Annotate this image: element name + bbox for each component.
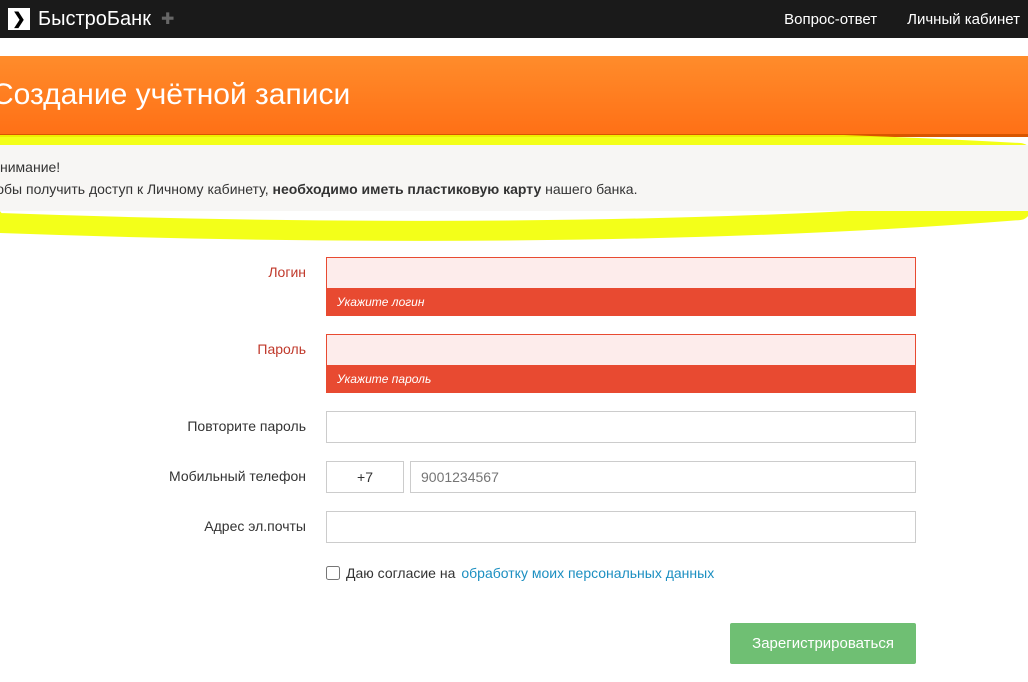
field-phone: +7 xyxy=(326,461,916,493)
notice-text-before: тобы получить доступ к Личному кабинету, xyxy=(0,181,273,197)
row-login: Логин Укажите логин xyxy=(0,257,918,316)
consent-text: Даю согласие на xyxy=(346,565,455,581)
page-title-band: Создание учётной записи xyxy=(0,56,1028,137)
label-password: Пароль xyxy=(0,334,326,357)
notice-text-bold: необходимо иметь пластиковую карту xyxy=(273,181,542,197)
nav: Вопрос-ответ Личный кабинет xyxy=(784,11,1020,28)
row-submit: Зарегистрироваться xyxy=(0,599,918,664)
label-email: Адрес эл.почты xyxy=(0,511,326,534)
label-phone: Мобильный телефон xyxy=(0,461,326,484)
phone-input[interactable] xyxy=(410,461,916,493)
label-login: Логин xyxy=(0,257,326,280)
consent-block: Даю согласие на обработку моих персональ… xyxy=(326,565,916,581)
field-login: Укажите логин xyxy=(326,257,916,316)
nav-faq[interactable]: Вопрос-ответ xyxy=(784,11,877,28)
label-password-repeat: Повторите пароль xyxy=(0,411,326,434)
plus-icon[interactable]: ✚ xyxy=(161,9,174,29)
field-password: Укажите пароль xyxy=(326,334,916,393)
header: ❯ БыстроБанк ✚ Вопрос-ответ Личный кабин… xyxy=(0,0,1028,38)
password-repeat-input[interactable] xyxy=(326,411,916,443)
notice: нимание! тобы получить доступ к Личному … xyxy=(0,145,1028,211)
login-input[interactable] xyxy=(326,257,916,289)
password-input[interactable] xyxy=(326,334,916,366)
registration-form: Логин Укажите логин Пароль Укажите парол… xyxy=(0,257,1028,664)
nav-account[interactable]: Личный кабинет xyxy=(907,11,1020,28)
phone-prefix: +7 xyxy=(326,461,404,493)
field-password-repeat xyxy=(326,411,916,443)
row-password: Пароль Укажите пароль xyxy=(0,334,918,393)
row-email: Адрес эл.почты xyxy=(0,511,918,543)
label-submit-spacer xyxy=(0,599,326,606)
logo-text: БыстроБанк xyxy=(38,8,151,31)
row-consent: Даю согласие на обработку моих персональ… xyxy=(0,561,918,581)
password-error: Укажите пароль xyxy=(326,366,916,393)
notice-text-after: нашего банка. xyxy=(541,181,637,197)
notice-title: нимание! xyxy=(0,159,1014,175)
notice-text: тобы получить доступ к Личному кабинету,… xyxy=(0,181,1014,197)
logo-chevron-icon: ❯ xyxy=(8,8,30,30)
notice-wrap: нимание! тобы получить доступ к Личному … xyxy=(0,145,1028,211)
email-input[interactable] xyxy=(326,511,916,543)
row-phone: Мобильный телефон +7 xyxy=(0,461,918,493)
logo[interactable]: ❯ БыстроБанк ✚ xyxy=(8,8,174,31)
consent-link[interactable]: обработку моих персональных данных xyxy=(461,565,714,581)
row-password-repeat: Повторите пароль xyxy=(0,411,918,443)
consent-checkbox[interactable] xyxy=(326,566,340,580)
field-email xyxy=(326,511,916,543)
label-consent-spacer xyxy=(0,561,326,568)
login-error: Укажите логин xyxy=(326,289,916,316)
page-title: Создание учётной записи xyxy=(0,78,1028,112)
